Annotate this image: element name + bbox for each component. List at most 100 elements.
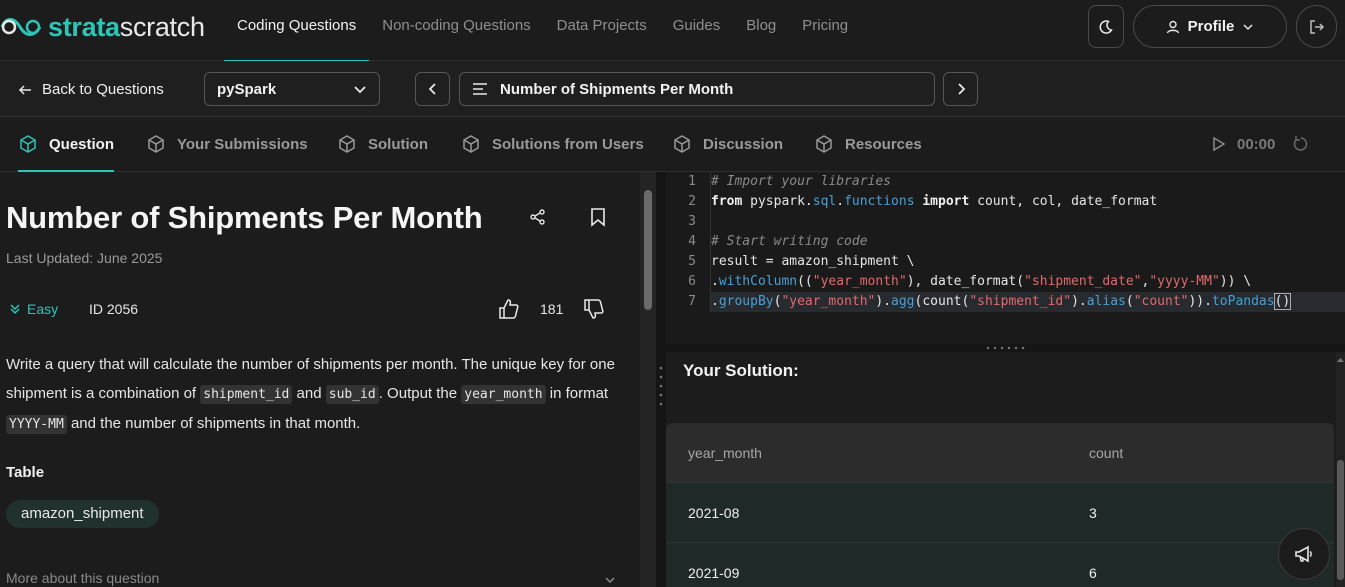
- menu-icon: [473, 83, 487, 95]
- tab-discussion-label: Discussion: [703, 135, 784, 153]
- thumbs-down-icon[interactable]: [583, 298, 605, 320]
- horizontal-drag-handle-icon[interactable]: [986, 346, 1028, 350]
- cube-icon: [339, 135, 355, 153]
- profile-button[interactable]: Profile: [1133, 5, 1287, 48]
- logo[interactable]: stratascratch: [0, 12, 205, 42]
- tab-resources[interactable]: Resources: [814, 117, 922, 171]
- table-header: year_month count: [666, 423, 1334, 482]
- code-line: 3: [666, 212, 1345, 232]
- line-number: 3: [688, 214, 696, 229]
- cube-icon: [816, 135, 832, 153]
- results-scroll-thumb[interactable]: [1337, 460, 1344, 580]
- cube-icon: [463, 135, 479, 153]
- moon-icon: [1099, 19, 1113, 34]
- difficulty-label: Easy: [27, 301, 59, 317]
- logout-icon: [1309, 19, 1324, 34]
- code-line: 1 # Import your libraries: [666, 172, 1345, 192]
- question-selector[interactable]: Number of Shipments Per Month: [459, 72, 935, 106]
- megaphone-icon: [1295, 545, 1312, 563]
- table-section-label: Table: [6, 464, 45, 481]
- question-id: ID 2056: [89, 301, 139, 317]
- code-year-month: year_month: [461, 385, 546, 404]
- results-panel: Your Solution: year_month count 2021-08 …: [666, 352, 1345, 587]
- scroll-up-arrow-icon[interactable]: [1336, 356, 1345, 364]
- results-table: year_month count 2021-08 3 2021-09 6: [666, 423, 1334, 587]
- previous-question-button[interactable]: [415, 72, 450, 106]
- code-date-format: YYYY-MM: [6, 415, 67, 434]
- next-question-button[interactable]: [943, 72, 978, 106]
- user-icon: [1166, 20, 1179, 33]
- question-panel: Number of Shipments Per Month Last Updat…: [0, 172, 640, 587]
- logout-button[interactable]: [1296, 5, 1337, 48]
- cell-year-month: 2021-09: [688, 564, 740, 581]
- language-select[interactable]: pySpark: [204, 72, 380, 106]
- share-icon[interactable]: [529, 208, 547, 226]
- table-row: 2021-09 6: [666, 542, 1334, 587]
- profile-label: Profile: [1187, 18, 1235, 35]
- nav-coding-questions[interactable]: Coding Questions: [224, 0, 370, 62]
- question-toolbar: Back to Questions pySpark Number of Ship…: [0, 61, 1345, 117]
- chevron-down-icon: [605, 577, 615, 584]
- column-header-year-month: year_month: [688, 444, 762, 461]
- cell-count: 6: [1089, 564, 1097, 581]
- chevron-down-icon: [354, 86, 366, 94]
- nav-blog[interactable]: Blog: [733, 0, 789, 61]
- tab-your-submissions-label: Your Submissions: [177, 135, 308, 153]
- cube-icon: [20, 135, 36, 153]
- code-shipment-id: shipment_id: [200, 385, 293, 404]
- code-line-active: 7 .groupBy("year_month").agg(count("ship…: [666, 292, 1345, 312]
- nav-links: Coding Questions Non-coding Questions Da…: [224, 0, 861, 62]
- nav-non-coding-questions[interactable]: Non-coding Questions: [369, 0, 543, 61]
- drag-handle-icon[interactable]: [658, 365, 664, 409]
- bookmark-icon[interactable]: [589, 207, 607, 227]
- column-header-count: count: [1089, 444, 1124, 461]
- table-chip-amazon-shipment[interactable]: amazon_shipment: [6, 500, 159, 528]
- thumbs-up-icon[interactable]: [498, 298, 520, 320]
- timer: 00:00: [1212, 135, 1310, 153]
- cube-icon: [674, 135, 690, 153]
- back-label: Back to Questions: [42, 81, 164, 98]
- question-title: Number of Shipments Per Month: [6, 200, 483, 235]
- line-number: 4: [688, 234, 696, 249]
- nav-data-projects[interactable]: Data Projects: [544, 0, 660, 61]
- chevron-right-icon: [957, 83, 965, 95]
- more-about-question-toggle[interactable]: More about this question: [6, 570, 616, 586]
- difficulty-badge: Easy: [9, 301, 58, 317]
- line-number: 6: [688, 274, 696, 289]
- double-chevron-down-icon: [10, 304, 20, 315]
- code-line: 5 result = amazon_shipment \: [666, 252, 1345, 272]
- nav-guides[interactable]: Guides: [660, 0, 734, 61]
- tab-your-submissions[interactable]: Your Submissions: [146, 117, 308, 171]
- code-sub-id: sub_id: [325, 385, 379, 404]
- theme-toggle-button[interactable]: [1088, 5, 1124, 48]
- line-number: 1: [688, 174, 696, 189]
- tab-question[interactable]: Question: [18, 117, 115, 172]
- tab-solutions-from-users[interactable]: Solutions from Users: [461, 117, 644, 171]
- play-icon[interactable]: [1212, 136, 1226, 152]
- cell-count: 3: [1089, 504, 1097, 521]
- cell-year-month: 2021-08: [688, 504, 740, 521]
- arrow-left-icon: [18, 84, 31, 95]
- timer-value: 00:00: [1237, 135, 1276, 153]
- chevron-left-icon: [428, 83, 436, 95]
- tab-discussion[interactable]: Discussion: [672, 117, 783, 171]
- line-number: 5: [688, 254, 696, 269]
- reset-icon[interactable]: [1292, 135, 1310, 153]
- feedback-button[interactable]: [1278, 528, 1330, 580]
- more-about-label: More about this question: [6, 570, 160, 586]
- table-row: 2021-08 3: [666, 482, 1334, 542]
- code-editor[interactable]: 1 # Import your libraries 2 from pyspark…: [666, 172, 1345, 344]
- chevron-down-icon: [1243, 23, 1253, 30]
- question-panel-scroll-thumb[interactable]: [644, 190, 652, 310]
- last-updated: Last Updated: June 2025: [6, 250, 163, 266]
- tab-solutions-from-users-label: Solutions from Users: [492, 135, 644, 153]
- question-selector-title: Number of Shipments Per Month: [500, 80, 734, 98]
- nav-pricing[interactable]: Pricing: [789, 0, 861, 61]
- code-line: 4 # Start writing code: [666, 232, 1345, 252]
- your-solution-title: Your Solution:: [683, 361, 799, 380]
- code-line: 2 from pyspark.sql.functions import coun…: [666, 192, 1345, 212]
- tab-solution-label: Solution: [368, 135, 428, 153]
- back-to-questions-link[interactable]: Back to Questions: [18, 81, 164, 98]
- tab-solution[interactable]: Solution: [337, 117, 428, 171]
- code-line: 6 .withColumn(("year_month"), date_forma…: [666, 272, 1345, 292]
